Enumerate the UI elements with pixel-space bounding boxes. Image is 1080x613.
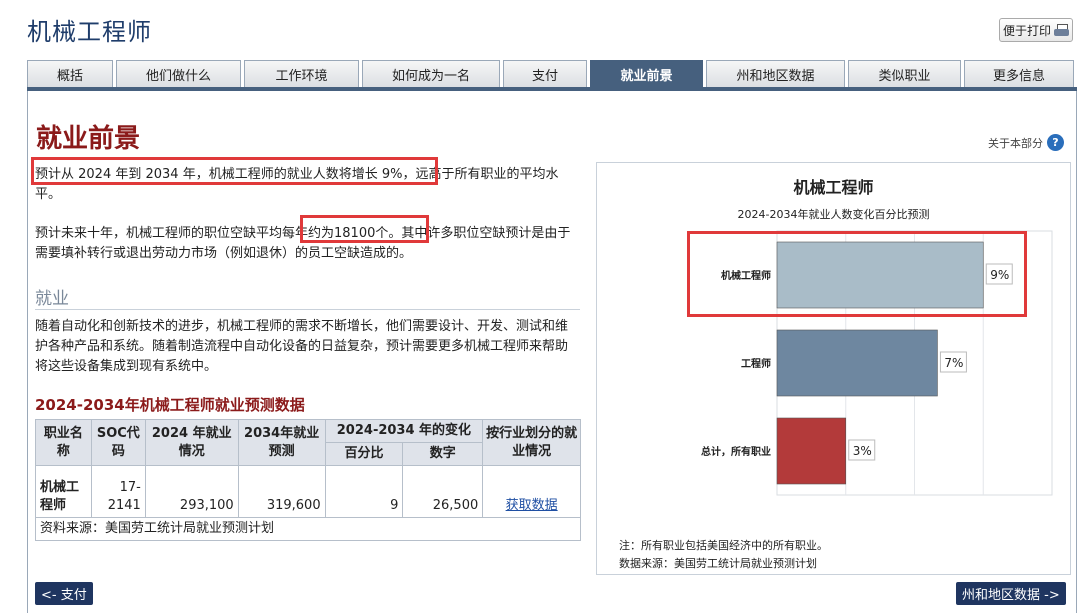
header-employment-2024: 2024 年就业情况	[144, 419, 239, 466]
projections-table: 职业名称 SOC代码 2024 年就业情况 2034年就业预测 2024-203…	[35, 419, 581, 541]
tab-summary[interactable]: 概括	[27, 60, 113, 87]
prev-pay-button[interactable]: <- 支付	[35, 582, 93, 605]
chart-category-label: 总计，所有职业	[701, 445, 771, 458]
outlook-chart: 机械工程师 2024-2034年就业人数变化百分比预测 机械工程师 9% 工程师 7%…	[596, 162, 1071, 575]
chart-source: 数据来源：美国劳工统计局就业预测计划	[619, 557, 817, 570]
tab-similar-occupations[interactable]: 类似职业	[848, 60, 961, 87]
about-label: 关于本部分	[988, 136, 1043, 150]
heading-divider	[35, 309, 580, 310]
tab-what-they-do[interactable]: 他们做什么	[116, 60, 241, 87]
chart-value-label: 7%	[944, 356, 963, 370]
table-row: 机械工程师 17-2141 293,100 319,600 9 26,500 获…	[35, 465, 581, 518]
employment-heading: 就业	[35, 289, 69, 309]
cell-employment-2024: 293,100	[144, 465, 239, 518]
print-button[interactable]: 便于打印	[999, 18, 1073, 42]
printer-icon	[1054, 23, 1069, 37]
page-header: 机械工程师	[27, 12, 152, 47]
header-percent: 百分比	[324, 442, 404, 466]
cell-percent: 9	[324, 465, 404, 518]
cell-by-industry: 获取数据	[482, 465, 581, 518]
chart-value-label: 3%	[853, 444, 872, 458]
print-label: 便于打印	[1002, 23, 1051, 38]
header-employment-2034: 2034年就业预测	[237, 419, 326, 466]
projections-table-title: 2024-2034年机械工程师就业预测数据	[35, 396, 305, 414]
cell-employment-2034: 319,600	[237, 465, 326, 518]
tab-job-outlook[interactable]: 就业前景	[590, 60, 703, 87]
get-data-link[interactable]: 获取数据	[506, 498, 558, 513]
header-soc: SOC代码	[90, 419, 146, 466]
cell-occupation: 机械工程师	[35, 465, 92, 518]
highlight-box-chart-bar	[687, 231, 1027, 317]
chart-bar	[776, 417, 847, 485]
next-state-data-button[interactable]: 州和地区数据 ->	[956, 582, 1066, 605]
header-change: 2024-2034 年的变化	[324, 419, 484, 443]
occupation-title: 机械工程师	[27, 18, 152, 46]
header-numeric: 数字	[402, 442, 484, 466]
section-title: 就业前景	[36, 124, 141, 154]
tab-more-info[interactable]: 更多信息	[964, 60, 1074, 87]
about-section-link[interactable]: 关于本部分 ?	[988, 134, 1064, 151]
chart-bar	[776, 329, 938, 397]
chart-category-label: 工程师	[741, 357, 771, 370]
tab-work-environment[interactable]: 工作环境	[244, 60, 359, 87]
help-icon: ?	[1047, 134, 1064, 151]
employment-paragraph: 随着自动化和创新技术的进步，机械工程师的需求不断增长，他们需要设计、开发、测试和…	[35, 319, 569, 374]
highlight-box-growth	[31, 157, 438, 185]
cell-soc: 17-2141	[90, 465, 146, 518]
tab-pay[interactable]: 支付	[503, 60, 587, 87]
tab-how-to-become[interactable]: 如何成为一名	[362, 60, 500, 87]
chart-plot: 机械工程师 9%工程师 7%总计，所有职业 3%	[701, 230, 1053, 496]
tab-state-area-data[interactable]: 州和地区数据	[706, 60, 845, 87]
header-occupation: 职业名称	[35, 419, 92, 466]
tab-bar: 概括 他们做什么 工作环境 如何成为一名 支付 就业前景 州和地区数据 类似职业…	[27, 60, 1077, 87]
chart-note: 注：所有职业包括美国经济中的所有职业。	[619, 539, 828, 552]
highlight-box-openings	[300, 215, 429, 243]
header-by-industry: 按行业划分的就业情况	[482, 419, 581, 466]
cell-numeric: 26,500	[402, 465, 484, 518]
table-source: 资料来源：美国劳工统计局就业预测计划	[35, 517, 581, 541]
